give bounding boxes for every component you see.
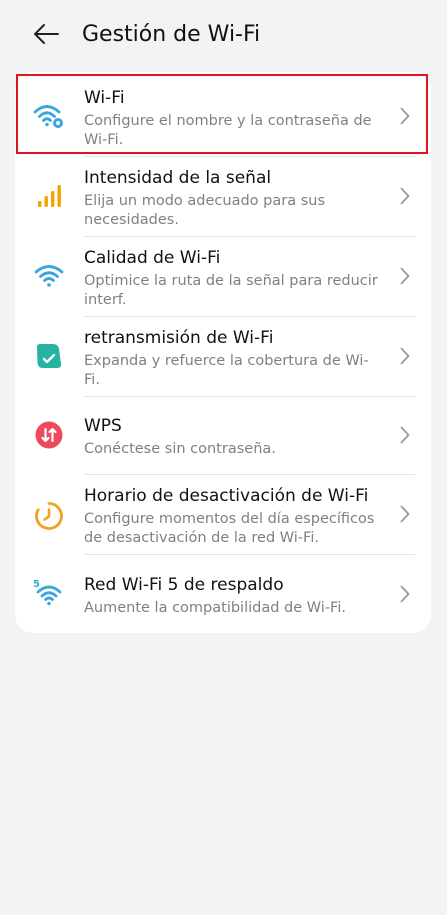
- timer-icon: [33, 500, 65, 532]
- arrow-left-icon: [32, 22, 60, 50]
- divider: [84, 236, 415, 237]
- wifi-settings-icon: [33, 100, 65, 132]
- chevron-right-icon: [395, 504, 415, 524]
- item-title: Calidad de Wi-Fi: [84, 248, 221, 268]
- chevron-right-icon: [395, 186, 415, 206]
- wps-item[interactable]: WPS Conéctese sin contraseña.: [15, 396, 431, 474]
- chevron-right-icon: [395, 346, 415, 366]
- chevron-right-icon: [395, 106, 415, 126]
- wifi-quality-icon: [33, 260, 65, 292]
- divider: [84, 316, 415, 317]
- wifi-repeater-item[interactable]: retransmisión de Wi-Fi Expanda y refuerc…: [15, 316, 431, 396]
- divider: [84, 474, 415, 475]
- chevron-right-icon: [395, 425, 415, 445]
- repeater-icon: [33, 340, 65, 372]
- header-bar: Gestión de Wi-Fi: [0, 0, 447, 72]
- item-subtitle: Conéctese sin contraseña.: [84, 441, 276, 457]
- item-title: Red Wi-Fi 5 de respaldo: [84, 575, 284, 595]
- item-subtitle: Expanda y refuerce la cobertura de Wi-Fi…: [84, 353, 369, 388]
- item-title: retransmisión de Wi-Fi: [84, 328, 274, 348]
- item-subtitle: Configure el nombre y la contraseña de W…: [84, 113, 372, 148]
- divider: [84, 396, 415, 397]
- item-subtitle: Elija un modo adecuado para sus necesida…: [84, 193, 325, 228]
- signal-bars-icon: [33, 180, 65, 212]
- chevron-right-icon: [395, 266, 415, 286]
- item-subtitle: Optimice la ruta de la señal para reduci…: [84, 273, 378, 308]
- wifi-schedule-item[interactable]: Horario de desactivación de Wi-Fi Config…: [15, 474, 431, 554]
- page-title: Gestión de Wi-Fi: [82, 22, 261, 47]
- item-subtitle: Configure momentos del día específicos d…: [84, 511, 375, 546]
- wifi-5-icon: 5: [33, 576, 65, 608]
- item-subtitle: Aumente la compatibilidad de Wi-Fi.: [84, 600, 346, 616]
- item-title: Horario de desactivación de Wi-Fi: [84, 486, 369, 506]
- divider: [84, 554, 415, 555]
- item-title: Wi-Fi: [84, 88, 125, 108]
- wifi-settings-item[interactable]: Wi-Fi Configure el nombre y la contraseñ…: [15, 72, 431, 156]
- signal-strength-item[interactable]: Intensidad de la señal Elija un modo ade…: [15, 156, 431, 236]
- wifi-5-backup-item[interactable]: 5 Red Wi-Fi 5 de respaldo Aumente la com…: [15, 554, 431, 633]
- item-title: WPS: [84, 416, 122, 436]
- svg-text:5: 5: [33, 579, 40, 590]
- chevron-right-icon: [395, 584, 415, 604]
- wps-icon: [33, 419, 65, 451]
- back-button[interactable]: [28, 18, 64, 54]
- settings-card: Wi-Fi Configure el nombre y la contraseñ…: [15, 72, 431, 633]
- item-title: Intensidad de la señal: [84, 168, 272, 188]
- wifi-quality-item[interactable]: Calidad de Wi-Fi Optimice la ruta de la …: [15, 236, 431, 316]
- divider: [84, 156, 415, 157]
